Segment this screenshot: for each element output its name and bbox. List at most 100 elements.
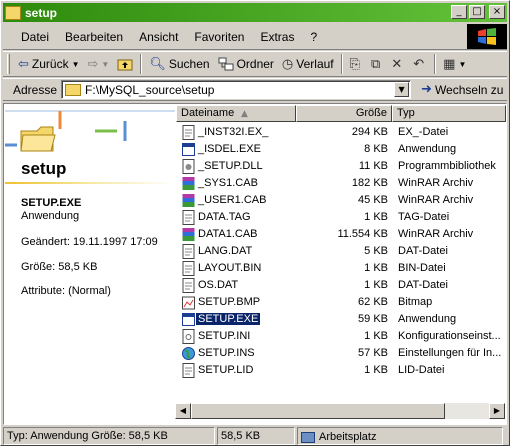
column-name-label: Dateiname xyxy=(181,107,235,119)
views-dropdown-icon[interactable]: ▼ xyxy=(458,60,466,69)
undo-icon: ↶ xyxy=(413,56,425,72)
app-icon xyxy=(182,313,195,326)
selected-file-modified: Geändert: 19.11.1997 17:09 xyxy=(21,236,158,248)
archive-icon xyxy=(182,194,195,207)
column-header: Dateiname ▲ Größe Typ xyxy=(176,105,506,122)
column-type[interactable]: Typ xyxy=(392,105,506,122)
minimize-button[interactable]: _ xyxy=(451,5,467,19)
file-name: SETUP.EXE xyxy=(194,312,262,326)
up-button[interactable] xyxy=(113,53,137,75)
address-dropdown-icon[interactable]: ▼ xyxy=(394,82,410,97)
status-size: 58,5 KB xyxy=(217,427,295,445)
file-name: LAYOUT.BIN xyxy=(198,262,262,274)
selected-file-type: Anwendung xyxy=(21,210,80,222)
go-label: Wechseln zu xyxy=(434,82,504,97)
forward-dropdown-icon[interactable]: ▼ xyxy=(101,60,109,69)
file-name: SETUP.INI xyxy=(198,330,251,342)
standard-toolbar: ⇦ Zurück ▼ ⇨ ▼ 🔍︎ Suchen Ordner ◷ Verlau… xyxy=(3,51,507,77)
menu-favoriten[interactable]: Favoriten xyxy=(186,30,252,44)
file-row[interactable]: DATA1.CAB 11.554 KB WinRAR Archiv xyxy=(176,226,506,243)
file-row[interactable]: _ISDEL.EXE 8 KB Anwendung xyxy=(176,141,506,158)
file-rows: _INST32I.EX_ 294 KB EX_-Datei _ISDEL.EXE 8 K… xyxy=(176,124,506,379)
status-description: Typ: Anwendung Größe: 58,5 KB xyxy=(3,427,215,445)
file-list[interactable]: Dateiname ▲ Größe Typ _INST32I.EX_ 294 KB… xyxy=(176,105,506,423)
file-row[interactable]: SETUP.BMP 62 KB Bitmap xyxy=(176,294,506,311)
horizontal-scrollbar[interactable]: ◀ ▶ xyxy=(175,403,505,419)
address-input[interactable]: F:\MySQL_source\setup ▼ xyxy=(61,80,412,99)
close-button[interactable]: × xyxy=(489,5,505,19)
folders-icon xyxy=(218,57,234,71)
doc-icon xyxy=(182,244,195,259)
move-to-icon: ⎘ xyxy=(349,56,361,72)
file-row[interactable]: _USER1.CAB 45 KB WinRAR Archiv xyxy=(176,192,506,209)
menu-extras[interactable]: Extras xyxy=(252,30,302,44)
windows-flag-icon xyxy=(478,28,496,45)
folders-button[interactable]: Ordner xyxy=(214,53,278,75)
file-row[interactable]: SETUP.EXE 59 KB Anwendung xyxy=(176,311,506,328)
column-size-label: Größe xyxy=(355,107,387,119)
delete-button[interactable]: ✕ xyxy=(387,53,409,75)
file-row[interactable]: DATA.TAG 1 KB TAG-Datei xyxy=(176,209,506,226)
file-type: Anwendung xyxy=(398,143,457,155)
file-row[interactable]: LANG.DAT 5 KB DAT-Datei xyxy=(176,243,506,260)
file-row[interactable]: _SETUP.DLL 11 KB Programmbibliothek xyxy=(176,158,506,175)
menu-bearbeiten[interactable]: Bearbeiten xyxy=(57,30,131,44)
my-computer-icon xyxy=(301,431,315,443)
file-size: 1 KB xyxy=(364,262,388,274)
undo-button[interactable]: ↶ xyxy=(409,53,431,75)
go-button[interactable]: ➜ Wechseln zu xyxy=(421,82,503,97)
scroll-right-icon[interactable]: ▶ xyxy=(489,403,505,419)
move-to-button[interactable]: ⎘ xyxy=(346,53,367,75)
history-label: Verlauf xyxy=(296,57,334,71)
back-dropdown-icon[interactable]: ▼ xyxy=(72,60,80,69)
doc-icon xyxy=(182,125,195,140)
file-type: DAT-Datei xyxy=(398,245,448,257)
file-row[interactable]: _SYS1.CAB 182 KB WinRAR Archiv xyxy=(176,175,506,192)
maximize-button[interactable]: □ xyxy=(469,5,485,19)
file-row[interactable]: OS.DAT 1 KB DAT-Datei xyxy=(176,277,506,294)
file-type: DAT-Datei xyxy=(398,279,448,291)
history-button[interactable]: ◷ Verlauf xyxy=(278,53,338,75)
scroll-left-icon[interactable]: ◀ xyxy=(175,403,191,419)
address-value: F:\MySQL_source\setup xyxy=(85,82,215,97)
title-bar[interactable]: setup _ □ × xyxy=(3,3,507,22)
scroll-thumb[interactable] xyxy=(191,403,445,419)
file-size: 45 KB xyxy=(358,194,388,206)
file-name: _SYS1.CAB xyxy=(198,177,258,189)
column-name[interactable]: Dateiname ▲ xyxy=(176,105,296,122)
file-type: BIN-Datei xyxy=(398,262,446,274)
file-name: _SETUP.DLL xyxy=(198,160,263,172)
archive-icon xyxy=(182,228,195,241)
copy-to-button[interactable]: ⧉ xyxy=(367,53,387,75)
windows-logo xyxy=(467,24,507,49)
views-button[interactable]: ▦ ▼ xyxy=(439,53,470,75)
file-type: WinRAR Archiv xyxy=(398,228,474,240)
column-type-label: Typ xyxy=(397,107,415,119)
menu-help[interactable]: ? xyxy=(302,30,325,44)
file-row[interactable]: SETUP.LID 1 KB LID-Datei xyxy=(176,362,506,379)
back-button[interactable]: ⇦ Zurück ▼ xyxy=(14,53,84,75)
menu-ansicht[interactable]: Ansicht xyxy=(131,30,186,44)
file-name: _USER1.CAB xyxy=(198,194,267,206)
file-name: _ISDEL.EXE xyxy=(198,143,261,155)
copy-to-icon: ⧉ xyxy=(371,56,381,72)
file-row[interactable]: LAYOUT.BIN 1 KB BIN-Datei xyxy=(176,260,506,277)
back-label: Zurück xyxy=(31,57,69,71)
file-type: Konfigurationseinst... xyxy=(398,330,501,342)
search-button[interactable]: 🔍︎ Suchen xyxy=(145,53,213,75)
forward-button[interactable]: ⇨ ▼ xyxy=(84,53,114,75)
column-size[interactable]: Größe xyxy=(296,105,392,122)
app-icon xyxy=(182,143,195,156)
file-row[interactable]: SETUP.INS 57 KB Einstellungen für In... xyxy=(176,345,506,362)
file-row[interactable]: SETUP.INI 1 KB Konfigurationseinst... xyxy=(176,328,506,345)
toolbar-separator xyxy=(140,54,143,74)
menu-bar: Datei Bearbeiten Ansicht Favoriten Extra… xyxy=(3,24,507,50)
back-arrow-icon: ⇦ xyxy=(18,56,29,72)
selected-file-name: SETUP.EXE xyxy=(21,197,82,209)
menu-datei[interactable]: Datei xyxy=(13,30,57,44)
toolbar-grip[interactable] xyxy=(7,54,10,74)
file-row[interactable]: _INST32I.EX_ 294 KB EX_-Datei xyxy=(176,124,506,141)
file-type: Bitmap xyxy=(398,296,433,308)
file-name: _INST32I.EX_ xyxy=(198,126,269,138)
file-name: SETUP.INS xyxy=(198,347,255,359)
